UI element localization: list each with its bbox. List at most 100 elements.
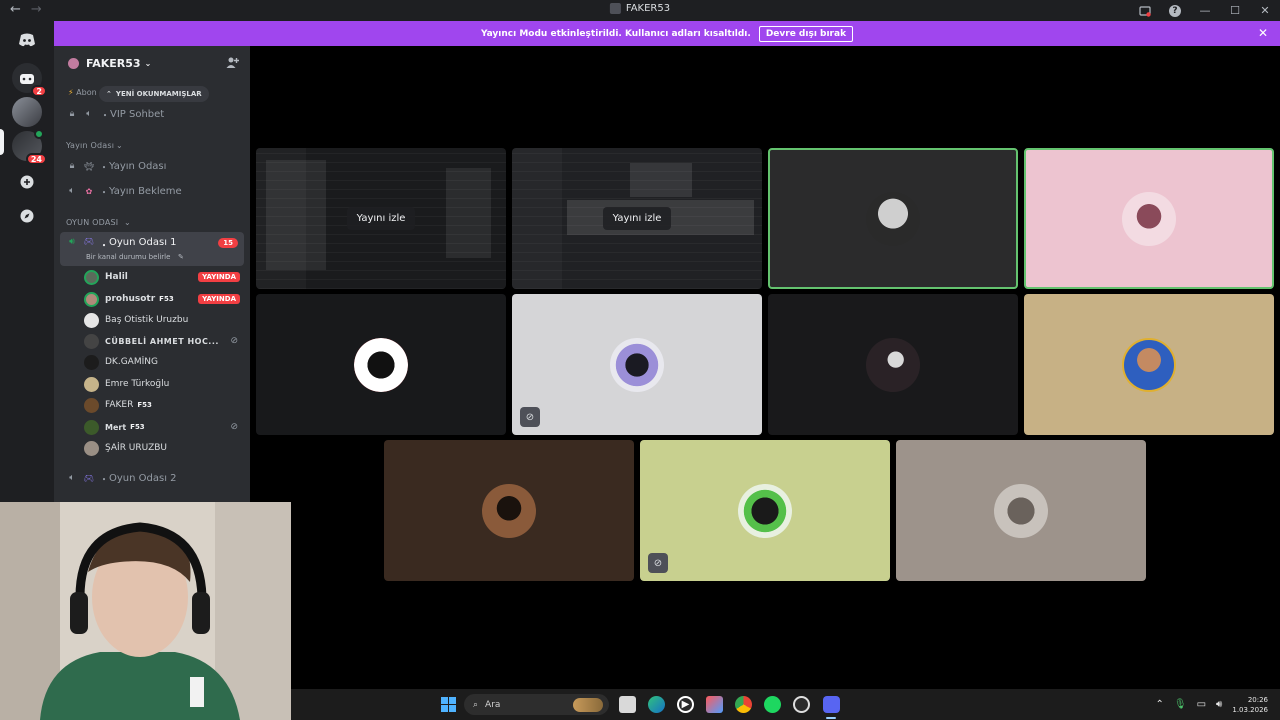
edge-browser-icon[interactable]: [648, 696, 665, 713]
avatar: [84, 376, 99, 392]
avatar: [84, 269, 99, 285]
clock[interactable]: 20:26 1.03.2026: [1232, 695, 1268, 715]
participant-avatar: [738, 483, 792, 538]
participant-tile[interactable]: ⊘: [640, 440, 890, 581]
participant-tile[interactable]: [768, 148, 1018, 289]
nav-buttons: ← →: [10, 2, 42, 17]
mention-badge: 2: [31, 85, 47, 97]
chrome-icon[interactable]: [735, 696, 752, 713]
speaker-icon: 🔈︎: [69, 473, 75, 483]
search-highlight-image: [573, 697, 603, 712]
discord-window: ← → FAKER53 ? — ☐ ✕ 2 24 Yayıncı Modu et…: [0, 0, 1280, 720]
channel-yayin-bekleme[interactable]: 🔈︎ ✿ ・ Yayın Bekleme: [60, 180, 244, 202]
muted-icon: ⊘: [648, 553, 668, 573]
avatar: [84, 419, 99, 435]
chevron-up-icon[interactable]: ⌃: [1156, 699, 1164, 710]
category-oyun-odasi[interactable]: OYUN ODASI: [66, 218, 118, 227]
stream-tile[interactable]: Yayını izle: [256, 148, 506, 289]
store-icon[interactable]: [706, 696, 723, 713]
watch-stream-button[interactable]: Yayını izle: [602, 207, 672, 230]
channel-emoji-icon: 👾︎: [83, 161, 95, 171]
stream-tile[interactable]: Yayını izle: [512, 148, 762, 289]
participant-avatar: [866, 191, 920, 246]
discover-button[interactable]: [12, 201, 42, 231]
help-icon: ?: [1169, 4, 1181, 17]
help-button[interactable]: ?: [1160, 0, 1190, 21]
invite-people-icon[interactable]: [226, 56, 240, 70]
voice-member[interactable]: FAKER F53: [84, 395, 244, 415]
watch-stream-button[interactable]: Yayını izle: [346, 207, 416, 230]
participant-avatar: [482, 483, 536, 538]
voice-member[interactable]: DK.GAMİNG: [84, 352, 244, 372]
disable-streamer-mode-button[interactable]: Devre dışı bırak: [758, 25, 854, 42]
server-rail: 2 24: [0, 21, 54, 502]
volume-icon[interactable]: 🔊︎: [1216, 699, 1222, 710]
maximize-button[interactable]: ☐: [1220, 0, 1250, 21]
close-button[interactable]: ✕: [1250, 0, 1280, 21]
voice-member[interactable]: Baş Otistik Uruzbu: [84, 310, 244, 330]
channel-oyun-odasi-2[interactable]: 🔈︎ 🎮︎ ・ Oyun Odası 2: [60, 467, 244, 489]
task-view-icon[interactable]: [619, 696, 636, 713]
mention-badge: 24: [25, 153, 47, 165]
banner-close-icon[interactable]: ✕: [1258, 26, 1268, 40]
avatar: [84, 333, 99, 349]
pencil-icon[interactable]: ✎: [178, 253, 184, 261]
gift-icon: [20, 74, 34, 84]
member-name: ŞAİR URUZBU: [105, 443, 168, 453]
channel-oyun-odasi-1[interactable]: 🔊︎ 🎮︎ ・ Oyun Odası 1 15 Bir kanal durumu…: [60, 232, 244, 266]
channel-yayin-odasi[interactable]: 🔒︎ 👾︎ ・ Yayın Odası: [60, 155, 244, 177]
start-windows-icon[interactable]: [440, 696, 457, 713]
participant-tile[interactable]: [256, 294, 506, 435]
avatar: [84, 291, 99, 307]
channel-emoji-icon: 🎮︎: [83, 237, 95, 246]
channel-bullet: ・: [99, 187, 109, 199]
category-yayin-odasi[interactable]: Yayın Odası: [66, 141, 114, 150]
member-name: Halil: [105, 272, 128, 282]
channel-vip-sohbet[interactable]: 🔒︎ 🔈︎ ・ VIP Sohbet: [60, 103, 244, 125]
channel-status[interactable]: Bir kanal durumu belirle: [86, 253, 170, 261]
back-arrow-icon[interactable]: ←: [10, 2, 21, 17]
participant-tile[interactable]: [1024, 294, 1274, 435]
participant-tile[interactable]: [1024, 148, 1274, 289]
server-icon-game[interactable]: 2: [12, 63, 47, 97]
lock-icon: 🔒︎: [69, 161, 75, 171]
voice-member[interactable]: ŞAİR URUZBU: [84, 438, 244, 458]
voice-member[interactable]: prohusotr F53 YAYINDA: [84, 289, 244, 309]
participant-tile[interactable]: ⊘: [512, 294, 762, 435]
stream-preview-block: [446, 168, 491, 258]
voice-member[interactable]: Halil YAYINDA: [84, 267, 244, 287]
minimize-button[interactable]: —: [1190, 0, 1220, 21]
member-name: prohusotr: [105, 294, 156, 304]
banner-text: Yayıncı Modu etkinleştirildi. Kullanıcı …: [480, 28, 751, 39]
steam-icon[interactable]: [793, 696, 810, 713]
clock-date: 1.03.2026: [1232, 705, 1268, 714]
stream-preview-block: [266, 160, 326, 270]
abon-channel-partial[interactable]: ⚡ Abon: [68, 88, 97, 97]
plus-icon: [20, 175, 34, 189]
participant-tile[interactable]: [768, 294, 1018, 435]
voice-member[interactable]: Emre Türkoğlu: [84, 374, 244, 394]
server-icon-faker53[interactable]: 24: [12, 129, 47, 165]
server-header[interactable]: FAKER53 ⌄: [54, 46, 250, 80]
server-avatar-icon: [609, 3, 621, 14]
server-icon-user[interactable]: [12, 97, 42, 127]
new-unreads-pill[interactable]: ⌃ YENİ OKUNMAMIŞLAR: [99, 86, 209, 102]
inbox-icon[interactable]: [1130, 0, 1160, 21]
voice-member[interactable]: Mert F53 ⊘: [84, 417, 244, 437]
participant-avatar: [354, 337, 408, 392]
spotify-icon[interactable]: [764, 696, 781, 713]
discord-taskbar-icon[interactable]: [823, 696, 840, 713]
participant-tile[interactable]: [384, 440, 634, 581]
channel-sidebar: FAKER53 ⌄ ⚡ Abon ⌃ YENİ OKUNMAMIŞLAR 🔒︎ …: [54, 46, 250, 502]
microphone-icon[interactable]: 🎙︎: [1174, 699, 1187, 710]
media-player-icon[interactable]: ▶: [677, 696, 694, 713]
server-badge-icon: [68, 57, 79, 69]
direct-messages-button[interactable]: [12, 25, 42, 55]
participant-tile[interactable]: [896, 440, 1146, 581]
voice-member[interactable]: CÜBBELİ AHMET HOC... ⊘: [84, 331, 244, 351]
display-icon[interactable]: ▭: [1197, 699, 1206, 710]
add-server-button[interactable]: [12, 167, 42, 197]
channel-label: Oyun Odası 2: [109, 472, 177, 484]
taskbar-search[interactable]: ⌕ Ara: [464, 694, 609, 715]
forward-arrow-icon[interactable]: →: [31, 2, 42, 17]
